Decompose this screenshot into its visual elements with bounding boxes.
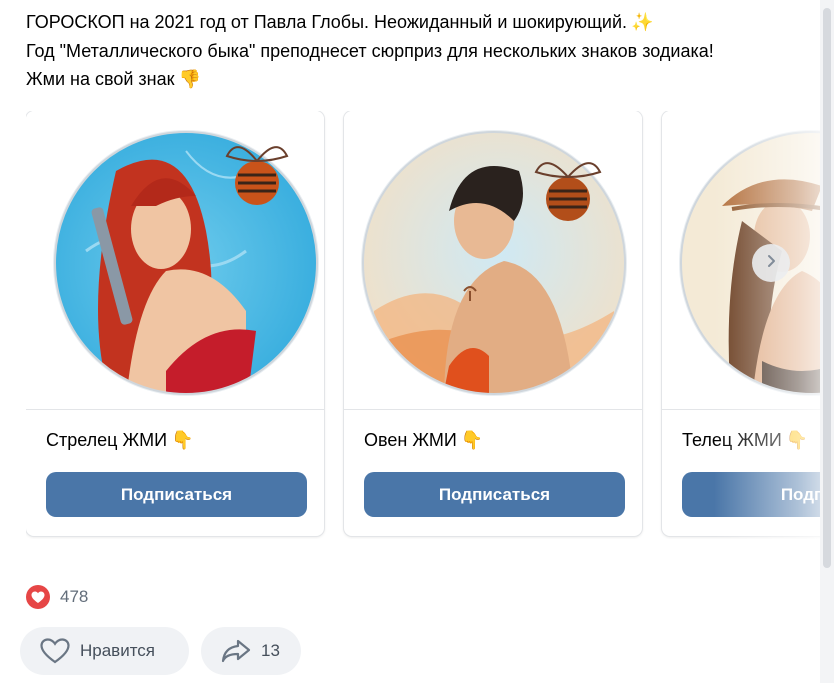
heart-icon — [40, 638, 70, 664]
card-aries[interactable]: Овен ЖМИ 👇 Подписаться — [344, 111, 642, 536]
post-title: ГОРОСКОП на 2021 год от Павла Глобы. Нео… — [26, 12, 627, 32]
card-illustration — [26, 111, 324, 409]
card-sagittarius[interactable]: Стрелец ЖМИ 👇 Подписаться — [26, 111, 324, 536]
card-title: Овен ЖМИ 👇 — [364, 430, 483, 451]
subscribe-button[interactable]: Подписаться — [364, 472, 625, 517]
carousel-next-button[interactable] — [752, 244, 790, 282]
card-taurus[interactable]: Телец ЖМИ👇 Подпис — [662, 111, 834, 536]
card-title: Телец ЖМИ 👇 — [682, 430, 808, 451]
chevron-right-icon — [763, 253, 779, 274]
post-line-1: ГОРОСКОП на 2021 год от Павла Глобы. Нео… — [26, 8, 816, 37]
card-title-text: Телец ЖМИ — [682, 430, 782, 450]
post-text: ГОРОСКОП на 2021 год от Павла Глобы. Нео… — [26, 8, 816, 94]
share-arrow-icon — [221, 639, 251, 663]
hand-down-icon: 👇 — [460, 430, 484, 451]
post-cta: Жми на свой знак — [26, 69, 175, 89]
card-title-text: Овен ЖМИ — [364, 430, 457, 450]
scrollbar[interactable] — [820, 0, 834, 683]
post-line-3: Жми на свой знак 👎 — [26, 65, 816, 94]
sparkles-icon: ✨ — [631, 12, 654, 33]
subscribe-button[interactable]: Подпис — [682, 472, 834, 517]
reactions-summary[interactable]: 478 — [26, 584, 88, 610]
cards-carousel[interactable]: Стрелец ЖМИ 👇 Подписаться Овен ЖМИ 👇 Под… — [26, 111, 834, 539]
subscribe-button[interactable]: Подписаться — [46, 472, 307, 517]
card-illustration — [662, 111, 834, 409]
hand-down-icon: 👎 — [178, 69, 201, 90]
like-label: Нравится — [80, 641, 156, 660]
post-line-2: Год "Металлического быка" преподнесет сю… — [26, 41, 714, 61]
card-title: Стрелец ЖМИ 👇 — [46, 430, 193, 451]
card-title-text: Стрелец ЖМИ — [46, 430, 168, 450]
likes-count: 478 — [60, 587, 89, 606]
card-illustration — [344, 111, 642, 409]
card-image[interactable] — [26, 111, 324, 410]
heart-icon — [26, 585, 50, 609]
card-image[interactable] — [344, 111, 642, 410]
hand-down-icon: 👇 — [171, 430, 194, 451]
scrollbar-thumb[interactable] — [823, 8, 831, 568]
like-button[interactable]: Нравится — [20, 627, 189, 675]
hand-down-icon: 👇 — [785, 430, 809, 451]
card-image[interactable] — [662, 111, 834, 410]
share-count: 13 — [261, 641, 280, 660]
share-button[interactable]: 13 — [201, 627, 301, 675]
